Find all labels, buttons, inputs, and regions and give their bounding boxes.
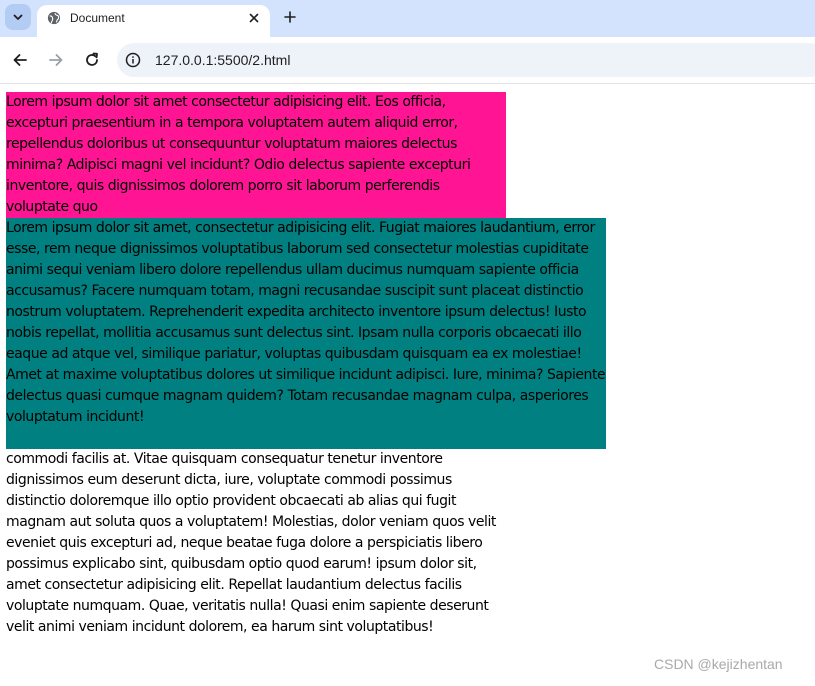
- site-info-button[interactable]: [123, 50, 143, 70]
- paragraph-teal: Lorem ipsum dolor sit amet, consectetur …: [6, 220, 606, 425]
- browser-toolbar: 127.0.0.1:5500/2.html: [0, 37, 815, 84]
- tab-close-button[interactable]: [246, 10, 262, 26]
- paragraph-plain: commodi facilis at. Vitae quisquam conse…: [6, 451, 496, 635]
- reload-icon: [86, 52, 98, 66]
- url-text[interactable]: 127.0.0.1:5500/2.html: [155, 52, 290, 68]
- watermark-text: CSDN @kejizhentan: [654, 656, 783, 672]
- arrow-right-icon: [49, 54, 63, 66]
- arrow-left-icon: [13, 54, 27, 66]
- close-icon: [249, 13, 259, 23]
- tab-strip: Document: [0, 0, 815, 37]
- page-content: Lorem ipsum dolor sit amet consectetur a…: [0, 84, 815, 686]
- address-bar[interactable]: 127.0.0.1:5500/2.html: [117, 43, 815, 77]
- tab-document[interactable]: Document: [37, 5, 270, 37]
- reload-button[interactable]: [80, 48, 104, 72]
- back-button[interactable]: [8, 48, 32, 72]
- plus-icon: [284, 11, 296, 23]
- forward-button[interactable]: [44, 48, 68, 72]
- browser-window: Document 127.0.0.1:5500/2.html Lorem ips…: [0, 0, 815, 686]
- info-icon: [125, 52, 141, 68]
- tab-title: Document: [70, 11, 125, 25]
- paragraph-pink: Lorem ipsum dolor sit amet consectetur a…: [6, 94, 471, 215]
- chevron-down-icon: [13, 14, 23, 20]
- globe-icon: [47, 11, 61, 25]
- tab-search-button[interactable]: [5, 4, 31, 30]
- new-tab-button[interactable]: [280, 7, 300, 27]
